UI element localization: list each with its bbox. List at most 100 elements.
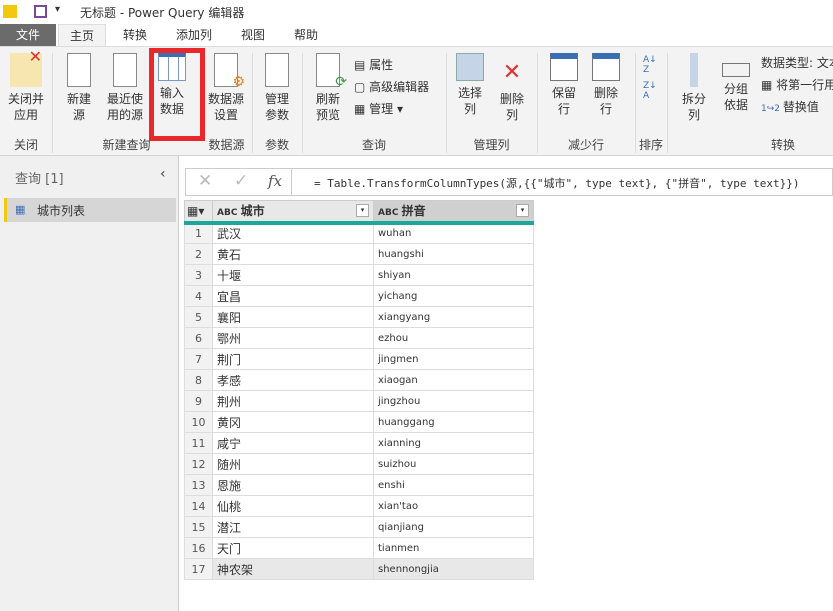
cell-city[interactable]: 荆门: [212, 348, 374, 370]
row-number[interactable]: 17: [184, 558, 213, 580]
group-transform: 转换: [770, 138, 795, 152]
refresh-preview-button[interactable]: ⟳ 刷新 预览: [308, 53, 348, 123]
table-menu-icon[interactable]: ▦▾: [184, 200, 213, 225]
cell-pinyin[interactable]: xian'tao: [373, 495, 534, 517]
cell-pinyin[interactable]: ezhou: [373, 327, 534, 349]
choose-columns-button[interactable]: 选择 列: [452, 53, 488, 117]
quick-access-dropdown-icon[interactable]: ▾: [55, 4, 60, 15]
cell-pinyin[interactable]: huangshi: [373, 243, 534, 265]
row-number[interactable]: 8: [184, 369, 213, 391]
manage-parameters-button[interactable]: 管理 参数: [256, 53, 298, 123]
tab-help[interactable]: 帮助: [284, 24, 328, 46]
data-type-dropdown[interactable]: 数据类型: 文本: [761, 53, 833, 73]
cell-city[interactable]: 潜江: [212, 516, 374, 538]
save-icon[interactable]: [34, 5, 47, 18]
cell-city[interactable]: 神农架: [212, 558, 374, 580]
remove-rows-button[interactable]: 删除 行: [588, 53, 624, 117]
table-row: 11 咸宁 xianning: [184, 432, 534, 454]
fx-icon[interactable]: fx: [268, 172, 282, 190]
powerbi-logo-icon: [3, 5, 17, 18]
tab-transform[interactable]: 转换: [112, 24, 158, 46]
group-data-source: 数据源: [208, 138, 245, 152]
filter-dropdown-icon[interactable]: ▾: [356, 204, 369, 218]
row-number[interactable]: 16: [184, 537, 213, 559]
cell-city[interactable]: 仙桃: [212, 495, 374, 517]
title-bar: ▾ 无标题 - Power Query 编辑器: [0, 0, 833, 24]
row-number[interactable]: 7: [184, 348, 213, 370]
cell-pinyin[interactable]: xianning: [373, 432, 534, 454]
cell-city[interactable]: 黄石: [212, 243, 374, 265]
row-number[interactable]: 4: [184, 285, 213, 307]
row-number[interactable]: 14: [184, 495, 213, 517]
cell-pinyin[interactable]: qianjiang: [373, 516, 534, 538]
row-number[interactable]: 13: [184, 474, 213, 496]
keep-rows-button[interactable]: 保留 行: [546, 53, 582, 117]
group-by-button[interactable]: 分组 依据: [718, 53, 754, 113]
cell-pinyin[interactable]: xiaogan: [373, 369, 534, 391]
cell-city[interactable]: 武汉: [212, 222, 374, 244]
recent-sources-button[interactable]: 最近使 用的源: [102, 53, 148, 123]
cell-pinyin[interactable]: yichang: [373, 285, 534, 307]
column-header-pinyin[interactable]: ABC 拼音 ▾: [373, 200, 534, 225]
formula-input[interactable]: = Table.TransformColumnTypes(源,{{"城市", t…: [314, 175, 799, 191]
sort-ascending-icon[interactable]: A↓ Z: [643, 55, 657, 75]
parameters-icon: [265, 53, 289, 87]
replace-values-button[interactable]: 1↪2 替换值: [761, 97, 819, 119]
new-source-button[interactable]: 新建 源: [60, 53, 98, 123]
filter-dropdown-icon[interactable]: ▾: [516, 204, 529, 218]
tab-add-column[interactable]: 添加列: [166, 24, 222, 46]
first-row-header-button[interactable]: ▦ 将第一行用作标题: [761, 75, 833, 95]
cell-city[interactable]: 恩施: [212, 474, 374, 496]
cell-city[interactable]: 荆州: [212, 390, 374, 412]
collapse-pane-icon[interactable]: ‹: [160, 166, 166, 182]
cell-pinyin[interactable]: jingzhou: [373, 390, 534, 412]
cell-pinyin[interactable]: suizhou: [373, 453, 534, 475]
cell-pinyin[interactable]: jingmen: [373, 348, 534, 370]
row-number[interactable]: 6: [184, 327, 213, 349]
query-item[interactable]: ▦ 城市列表: [4, 198, 176, 222]
row-number[interactable]: 3: [184, 264, 213, 286]
commit-icon[interactable]: ✓: [234, 171, 248, 191]
remove-columns-button[interactable]: ✕ 删除 列: [494, 53, 530, 123]
row-number[interactable]: 1: [184, 222, 213, 244]
cell-pinyin[interactable]: wuhan: [373, 222, 534, 244]
properties-button[interactable]: ▤ 属性: [354, 55, 393, 75]
row-number[interactable]: 10: [184, 411, 213, 433]
cell-city[interactable]: 孝感: [212, 369, 374, 391]
cell-city[interactable]: 鄂州: [212, 327, 374, 349]
cell-pinyin[interactable]: shiyan: [373, 264, 534, 286]
column-header-city[interactable]: ABC 城市 ▾: [212, 200, 374, 225]
cell-city[interactable]: 咸宁: [212, 432, 374, 454]
data-source-settings-button[interactable]: ⚙ 数据源 设置: [204, 53, 248, 123]
cell-pinyin[interactable]: shennongjia: [373, 558, 534, 580]
cell-city[interactable]: 十堰: [212, 264, 374, 286]
manage-button[interactable]: ▦ 管理 ▾: [354, 99, 403, 119]
split-column-button[interactable]: 拆分 列: [676, 53, 712, 123]
cell-pinyin[interactable]: enshi: [373, 474, 534, 496]
cancel-icon[interactable]: ✕: [198, 171, 212, 191]
row-number[interactable]: 12: [184, 453, 213, 475]
sort-descending-icon[interactable]: Z↓ A: [643, 81, 657, 101]
cell-pinyin[interactable]: xiangyang: [373, 306, 534, 328]
remove-rows-icon: [592, 53, 620, 81]
refresh-icon: ⟳: [316, 53, 347, 90]
cell-pinyin[interactable]: tianmen: [373, 537, 534, 559]
cell-city[interactable]: 宜昌: [212, 285, 374, 307]
row-number[interactable]: 2: [184, 243, 213, 265]
tab-file[interactable]: 文件: [0, 24, 56, 46]
ribbon-tabs: 文件 主页 转换 添加列 视图 帮助: [0, 24, 833, 46]
advanced-editor-button[interactable]: ▢ 高级编辑器: [354, 77, 429, 97]
cell-city[interactable]: 天门: [212, 537, 374, 559]
cell-city[interactable]: 随州: [212, 453, 374, 475]
row-number[interactable]: 15: [184, 516, 213, 538]
row-number[interactable]: 11: [184, 432, 213, 454]
row-number[interactable]: 9: [184, 390, 213, 412]
advanced-editor-icon: ▢: [354, 80, 370, 94]
cell-pinyin[interactable]: huanggang: [373, 411, 534, 433]
tab-home[interactable]: 主页: [58, 24, 106, 46]
cell-city[interactable]: 黄冈: [212, 411, 374, 433]
row-number[interactable]: 5: [184, 306, 213, 328]
tab-view[interactable]: 视图: [232, 24, 274, 46]
cell-city[interactable]: 襄阳: [212, 306, 374, 328]
close-apply-button[interactable]: ✕ 关闭并 应用: [4, 49, 48, 123]
